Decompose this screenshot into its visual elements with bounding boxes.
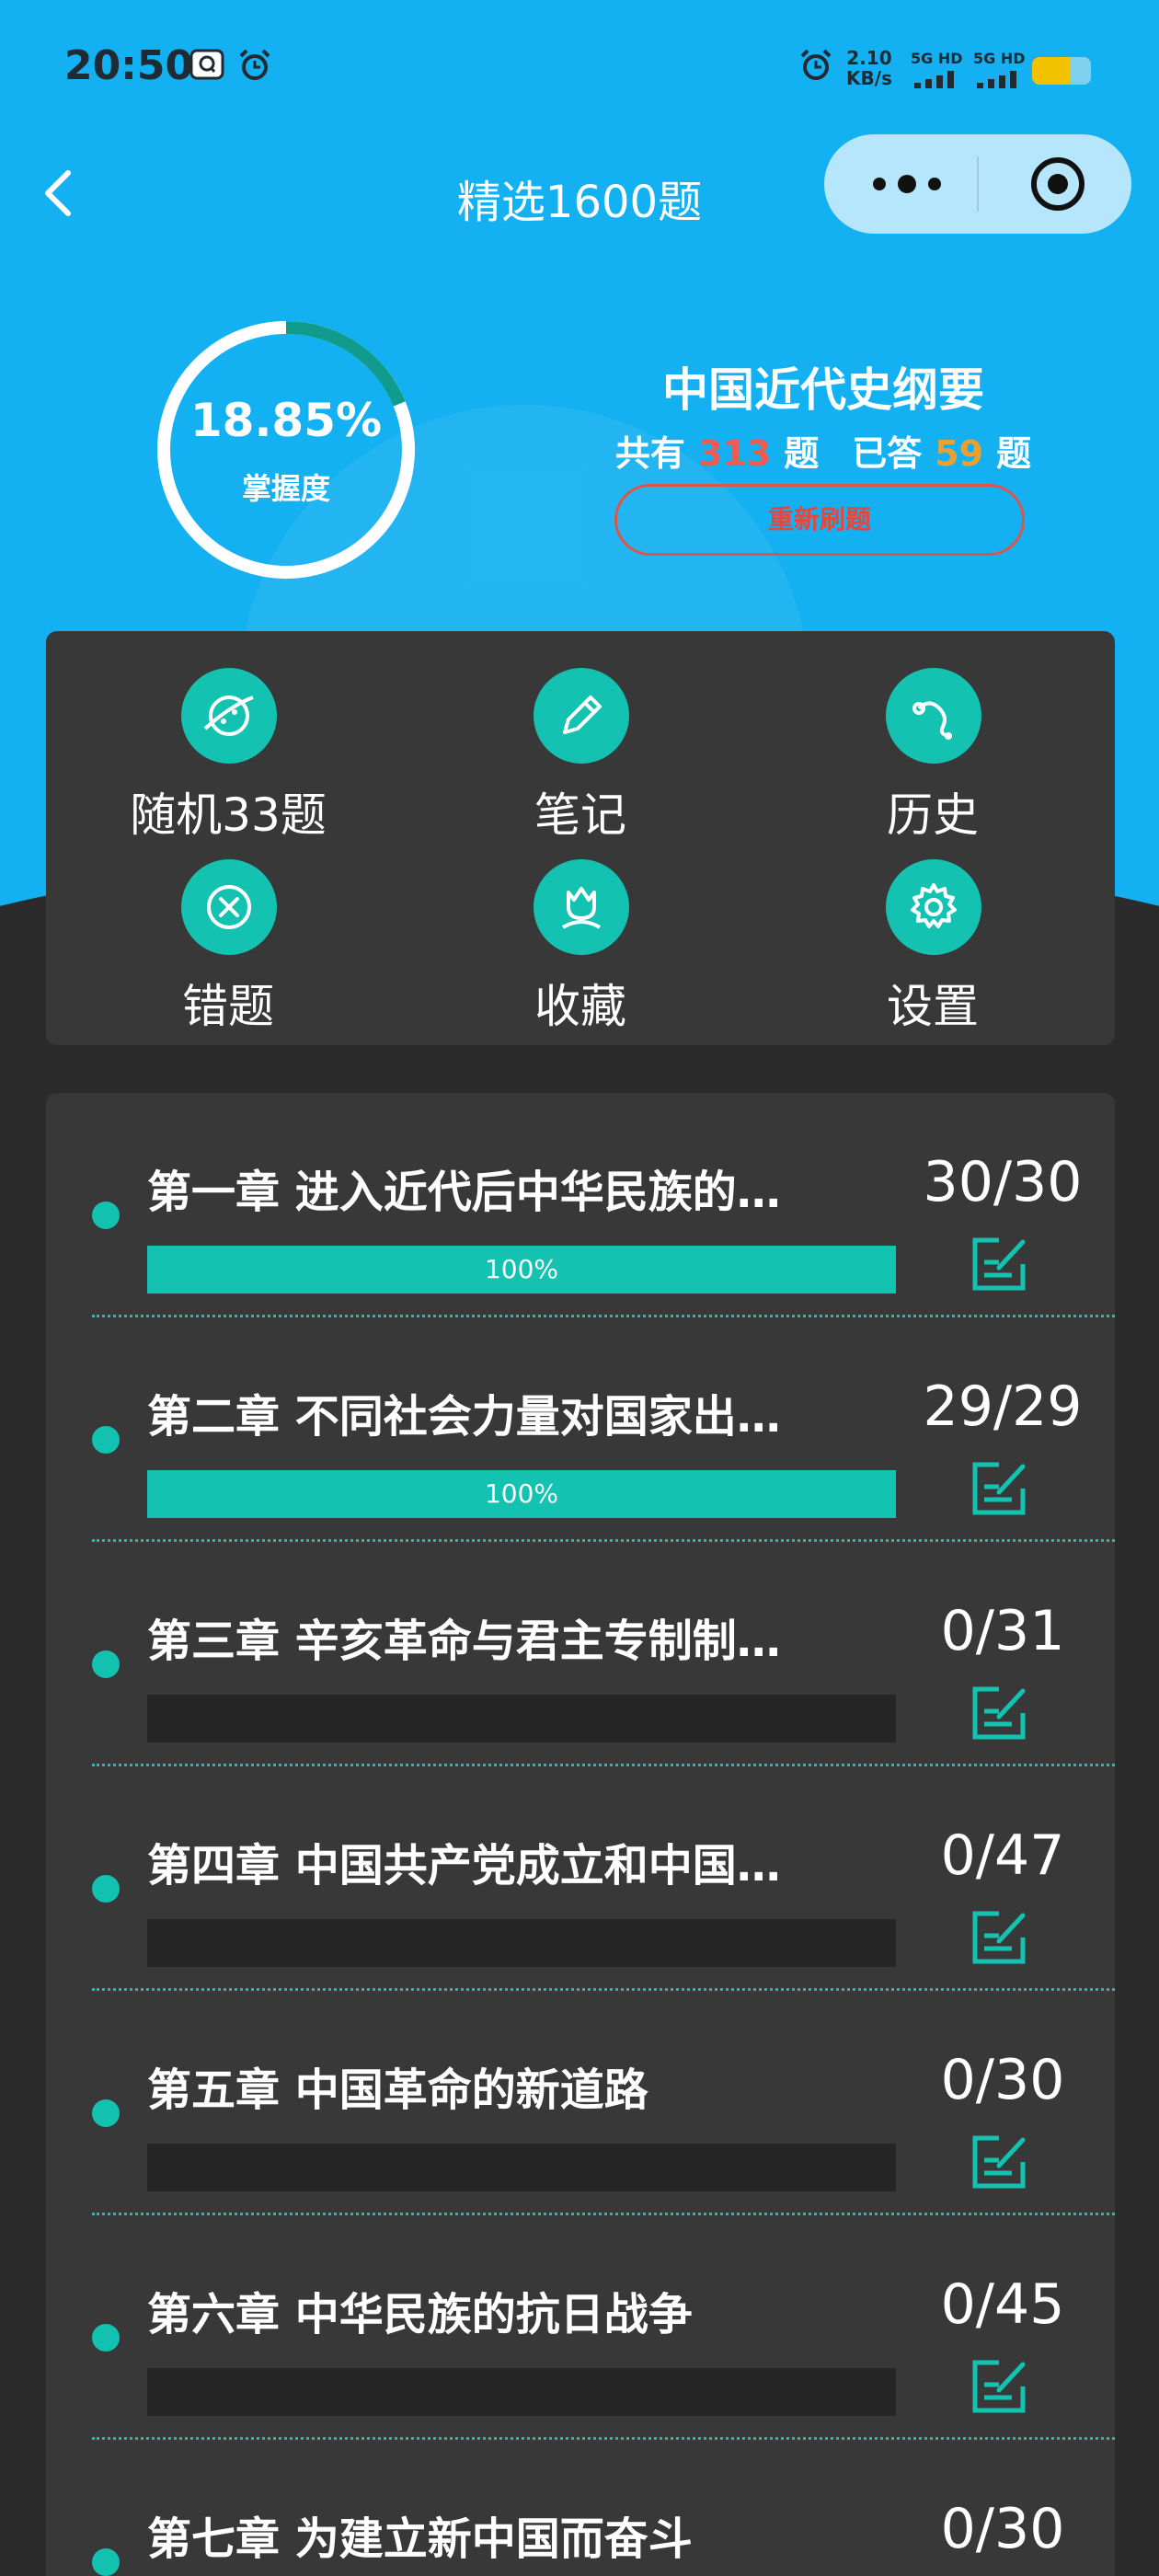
total-suffix: 题 <box>784 433 820 474</box>
chapter-item[interactable]: 第六章 中华民族的抗日战争 0/45 <box>46 2215 1115 2440</box>
chapter-count: 30/30 <box>923 1150 1083 1214</box>
subject-title: 中国近代史纲要 <box>662 363 984 417</box>
menu-label: 随机33题 <box>130 788 327 842</box>
app-notification-icon <box>189 49 224 80</box>
sim1-label: 5G HD <box>911 50 963 67</box>
chapter-progress-percent <box>147 1919 896 1967</box>
chapter-count: 29/29 <box>923 1374 1083 1439</box>
chapter-progress-bar <box>147 1919 896 1967</box>
signal-icon <box>914 71 954 88</box>
mini-program-capsule <box>824 134 1131 234</box>
chapter-title: 第六章 中华民族的抗日战争 <box>147 2289 693 2340</box>
edit-note-icon[interactable] <box>966 1904 1032 1971</box>
total-count: 313 <box>697 433 772 474</box>
chapter-progress-bar: 100% <box>147 1470 896 1518</box>
page-title: 精选1600题 <box>456 177 703 228</box>
mastery-label: 掌握度 <box>241 471 330 506</box>
edit-note-icon[interactable] <box>966 1231 1032 1297</box>
mastery-ring <box>157 321 415 579</box>
capsule-separator <box>977 156 979 212</box>
menu-label: 设置 <box>887 980 979 1033</box>
menu-label: 笔记 <box>534 788 626 842</box>
menu-label: 历史 <box>887 788 979 842</box>
menu-label: 错题 <box>182 980 274 1033</box>
edit-note-icon[interactable] <box>966 1680 1032 1746</box>
net-speed-value: 2.10 <box>846 47 892 69</box>
battery-icon <box>1032 57 1091 85</box>
chapter-title: 第三章 辛亥革命与君主专制制… <box>147 1616 781 1667</box>
sim2-label: 5G HD <box>973 50 1026 67</box>
chevron-left-icon[interactable] <box>33 166 88 221</box>
pencil-icon <box>534 668 629 764</box>
signal-icon <box>977 71 1016 88</box>
net-speed-unit: KB/s <box>846 67 892 89</box>
chapter-count: 0/47 <box>940 1823 1065 1888</box>
history-icon <box>886 668 981 764</box>
bullet-dot <box>92 1426 120 1454</box>
chapter-item[interactable]: 第四章 中国共产党成立和中国… 0/47 <box>46 1766 1115 1991</box>
redo-button[interactable]: 重新刷题 <box>614 484 1025 556</box>
bullet-dot <box>92 2099 120 2127</box>
subject-stats: 共有 313 题已答 59 题 <box>570 425 1076 476</box>
bullet-dot <box>92 1202 120 1229</box>
menu-history[interactable]: 历史 <box>813 668 1052 852</box>
menu-label: 收藏 <box>534 980 626 1033</box>
bullet-dot <box>92 1650 120 1678</box>
close-circle-icon <box>181 859 277 955</box>
chapter-title: 第一章 进入近代后中华民族的… <box>147 1167 781 1218</box>
planet-icon <box>181 668 277 764</box>
chapter-title: 第二章 不同社会力量对国家出… <box>147 1391 781 1443</box>
menu-settings[interactable]: 设置 <box>813 859 1052 1043</box>
edit-note-icon[interactable] <box>966 2353 1032 2420</box>
chapter-progress-percent: 100% <box>484 1254 559 1284</box>
answered-prefix: 已答 <box>852 433 923 474</box>
chapter-progress-bar <box>147 1695 896 1742</box>
status-time: 20:50 <box>64 42 194 89</box>
chapter-title: 第四章 中国共产党成立和中国… <box>147 1840 781 1892</box>
menu-card: 随机33题 笔记 历史 错题 收藏 设置 <box>46 631 1115 1045</box>
chapter-count: 0/45 <box>940 2272 1065 2337</box>
chapter-title: 第五章 中国革命的新道路 <box>147 2064 648 2116</box>
chapter-item[interactable]: 第三章 辛亥革命与君主专制制… 0/31 <box>46 1542 1115 1766</box>
chapter-item[interactable]: 第一章 进入近代后中华民族的… 100% 30/30 <box>46 1093 1115 1317</box>
more-dots-icon[interactable] <box>870 171 944 197</box>
menu-wrong[interactable]: 错题 <box>109 859 348 1043</box>
mastery-percent: 18.85% <box>189 394 383 447</box>
menu-random[interactable]: 随机33题 <box>109 668 348 852</box>
bullet-dot <box>92 1875 120 1903</box>
chapter-progress-percent <box>147 2368 896 2416</box>
answered-count: 59 <box>935 433 984 474</box>
answered-suffix: 题 <box>996 433 1032 474</box>
edit-note-icon[interactable] <box>966 2129 1032 2195</box>
total-prefix: 共有 <box>614 433 685 474</box>
alarm-icon <box>239 49 270 80</box>
chapter-progress-bar <box>147 2368 896 2416</box>
chapter-title: 第七章 为建立新中国而奋斗 <box>147 2513 693 2565</box>
menu-notes[interactable]: 笔记 <box>461 668 700 852</box>
chapter-progress-bar: 100% <box>147 1246 896 1294</box>
gear-icon <box>886 859 981 955</box>
edit-note-icon[interactable] <box>966 1455 1032 1522</box>
target-icon[interactable] <box>1028 155 1087 213</box>
chapter-item[interactable]: 第五章 中国革命的新道路 0/30 <box>46 1991 1115 2215</box>
chapter-progress-percent: 100% <box>484 1478 559 1509</box>
chapter-list: 第一章 进入近代后中华民族的… 100% 30/30 第二章 不同社会力量对国家… <box>46 1093 1115 2576</box>
bullet-dot <box>92 2324 120 2352</box>
bullet-dot <box>92 2548 120 2576</box>
tulip-icon <box>534 859 629 955</box>
alarm-icon <box>800 49 832 80</box>
chapter-item[interactable]: 第七章 为建立新中国而奋斗 0/30 <box>46 2440 1115 2576</box>
menu-favorites[interactable]: 收藏 <box>461 859 700 1043</box>
chapter-progress-bar <box>147 2144 896 2191</box>
chapter-progress-percent <box>147 1695 896 1742</box>
chapter-item[interactable]: 第二章 不同社会力量对国家出… 100% 29/29 <box>46 1317 1115 1542</box>
status-bar: 20:50 2.10 KB/s 5G HD 5G HD <box>0 0 1159 138</box>
app-page: 20:50 2.10 KB/s 5G HD 5G HD 精选1600题 18.8… <box>0 0 1159 2576</box>
chapter-count: 0/30 <box>940 2048 1065 2112</box>
chapter-count: 0/30 <box>940 2497 1065 2561</box>
chapter-count: 0/31 <box>940 1599 1065 1663</box>
net-speed: 2.10 KB/s <box>846 48 892 88</box>
chapter-progress-percent <box>147 2144 896 2191</box>
